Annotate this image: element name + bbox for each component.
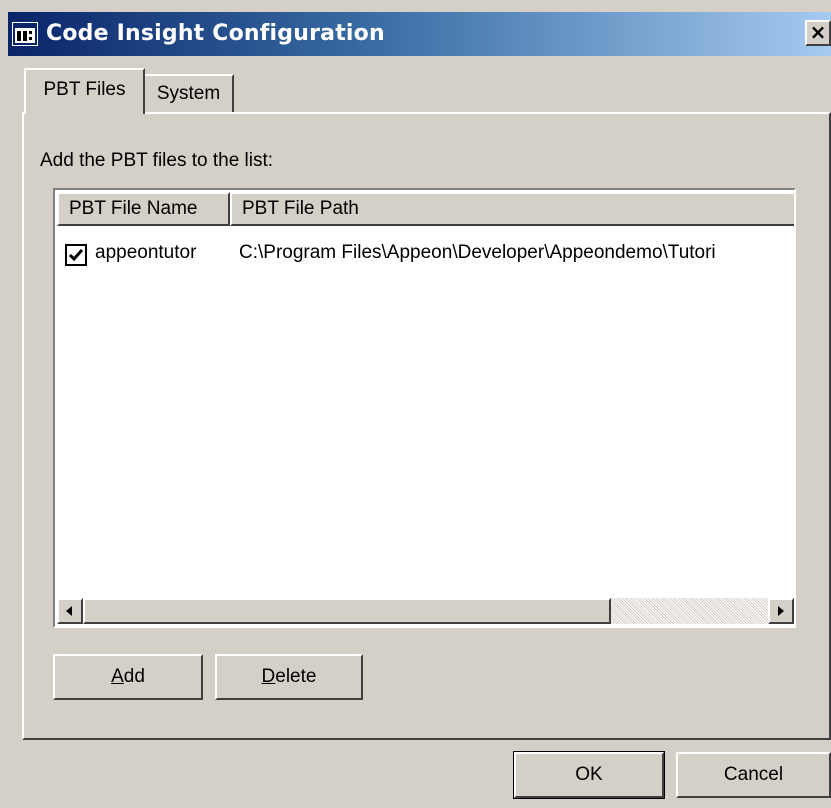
add-mnemonic: A bbox=[111, 666, 124, 687]
right-arrow-icon bbox=[778, 606, 784, 616]
cancel-button[interactable]: Cancel bbox=[676, 752, 831, 798]
scroll-left-button[interactable] bbox=[57, 598, 83, 624]
column-header-pbt-file-name[interactable]: PBT File Name bbox=[57, 192, 230, 226]
delete-mnemonic: D bbox=[261, 666, 276, 687]
row-checkbox[interactable] bbox=[65, 244, 87, 266]
row-file-path: C:\Program Files\Appeon\Developer\Appeon… bbox=[239, 242, 716, 263]
tab-pbt-files[interactable]: PBT Files bbox=[24, 68, 145, 114]
close-button[interactable]: × bbox=[805, 20, 831, 46]
delete-button[interactable]: Delete bbox=[215, 654, 363, 700]
ok-button[interactable]: OK bbox=[513, 751, 665, 799]
app-window-icon bbox=[12, 22, 38, 46]
row-file-name: appeontutor bbox=[95, 242, 197, 263]
column-header-pbt-file-path[interactable]: PBT File Path bbox=[230, 192, 794, 226]
horizontal-scrollbar[interactable] bbox=[57, 598, 794, 624]
scroll-thumb[interactable] bbox=[83, 598, 611, 624]
list-header: PBT File Name PBT File Path bbox=[57, 192, 794, 226]
add-label-rest: dd bbox=[123, 666, 145, 687]
left-arrow-icon bbox=[66, 606, 72, 616]
delete-label-rest: elete bbox=[275, 666, 317, 687]
close-icon: × bbox=[809, 20, 827, 44]
add-button[interactable]: Add bbox=[53, 654, 203, 700]
title-bar[interactable]: Code Insight Configuration × bbox=[8, 12, 831, 56]
scroll-right-button[interactable] bbox=[768, 598, 794, 624]
pbt-file-list[interactable]: PBT File Name PBT File Path appeontutor … bbox=[53, 188, 796, 628]
window-title: Code Insight Configuration bbox=[46, 21, 385, 46]
checkmark-icon bbox=[68, 249, 84, 262]
instruction-label: Add the PBT files to the list: bbox=[40, 150, 274, 171]
tab-system[interactable]: System bbox=[145, 74, 234, 112]
list-item[interactable]: appeontutor C:\Program Files\Appeon\Deve… bbox=[63, 240, 794, 270]
